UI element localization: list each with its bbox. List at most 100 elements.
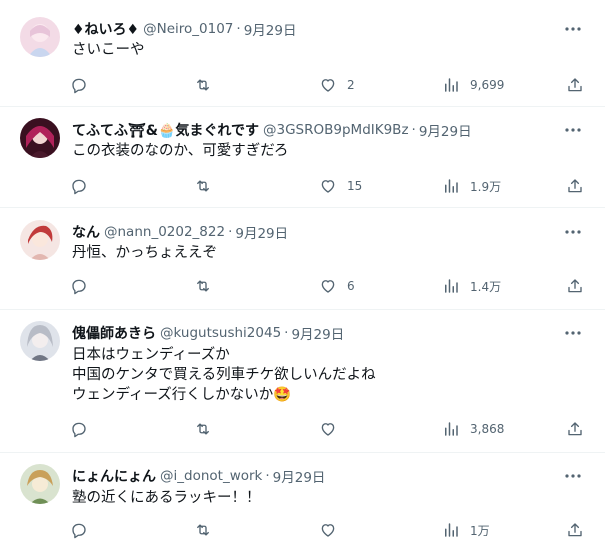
- tweet[interactable]: にょんにょん @i_donot_work · 9月29日 塾の近くにあるラッキー…: [0, 453, 605, 557]
- views-chart-icon: [445, 279, 458, 293]
- tweet-text: 丹恒、かっちょええぞ: [72, 243, 575, 263]
- tweet-feed: ♦ねいろ♦ @Neiro_0107 · 9月29日 さいこーや 2 9,699 …: [0, 0, 605, 557]
- tweet[interactable]: ♦ねいろ♦ @Neiro_0107 · 9月29日 さいこーや 2 9,699: [0, 0, 605, 107]
- share-icon: [568, 78, 582, 92]
- views-button[interactable]: 9,699: [442, 74, 504, 96]
- tweet[interactable]: てふてふ⛩&🧁気まぐれです @3GSROB9pMdIK9Bz · 9月29日 こ…: [0, 107, 605, 208]
- reply-icon: [72, 523, 86, 539]
- more-dots-icon: [565, 230, 581, 234]
- share-button[interactable]: [566, 74, 584, 96]
- retweet-icon: [197, 280, 209, 292]
- share-icon: [568, 179, 582, 193]
- user-handle[interactable]: @kugutsushi2045: [160, 325, 281, 341]
- more-options-button[interactable]: [561, 323, 585, 343]
- reply-button[interactable]: [70, 275, 98, 297]
- tweet-actions: 1万: [70, 519, 587, 541]
- more-options-button[interactable]: [561, 222, 585, 242]
- more-options-button[interactable]: [561, 19, 585, 39]
- reply-icon: [72, 78, 86, 94]
- avatar[interactable]: [20, 17, 60, 57]
- like-button[interactable]: [319, 418, 347, 440]
- share-button[interactable]: [566, 418, 584, 440]
- tweet-date[interactable]: 9月29日: [273, 466, 326, 486]
- more-options-button[interactable]: [561, 466, 585, 486]
- tweet-date[interactable]: 9月29日: [244, 19, 297, 39]
- reply-icon: [72, 422, 86, 438]
- separator-dot: ·: [228, 224, 233, 240]
- retweet-button[interactable]: [194, 74, 222, 96]
- heart-icon: [321, 423, 335, 436]
- tweet-date[interactable]: 9月29日: [419, 120, 472, 140]
- reply-button[interactable]: [70, 519, 98, 541]
- view-count: 3,868: [470, 422, 505, 436]
- tweet-text-line: 丹恒、かっちょええぞ: [72, 245, 217, 261]
- share-icon: [568, 523, 582, 537]
- avatar[interactable]: [20, 464, 60, 504]
- like-button[interactable]: 2: [319, 74, 355, 96]
- retweet-button[interactable]: [194, 519, 222, 541]
- views-button[interactable]: 1.4万: [442, 275, 501, 297]
- user-handle[interactable]: @nann_0202_822: [104, 224, 225, 240]
- retweet-button[interactable]: [194, 175, 222, 197]
- view-count: 1万: [470, 523, 490, 538]
- tweet-text: さいこーや: [72, 40, 575, 60]
- tweet-text-line: 日本はウェンディーズか: [72, 347, 230, 363]
- heart-icon: [321, 180, 335, 193]
- more-dots-icon: [565, 331, 581, 335]
- more-dots-icon: [565, 474, 581, 478]
- views-button[interactable]: 1.9万: [442, 175, 501, 197]
- retweet-icon: [197, 79, 209, 91]
- retweet-icon: [197, 524, 209, 536]
- views-chart-icon: [445, 179, 458, 193]
- views-chart-icon: [445, 78, 458, 92]
- tweet[interactable]: なん @nann_0202_822 · 9月29日 丹恒、かっちょええぞ 6 1…: [0, 208, 605, 310]
- tweet-actions: 6 1.4万: [70, 275, 587, 297]
- view-count: 1.9万: [470, 179, 502, 194]
- more-options-button[interactable]: [561, 120, 585, 140]
- tweet-actions: 2 9,699: [70, 74, 587, 96]
- display-name[interactable]: ♦ねいろ♦: [72, 19, 139, 39]
- user-handle[interactable]: @i_donot_work: [160, 468, 262, 484]
- retweet-button[interactable]: [194, 275, 222, 297]
- display-name[interactable]: てふてふ⛩&🧁気まぐれです: [72, 120, 259, 140]
- tweet-date[interactable]: 9月29日: [291, 323, 344, 343]
- avatar[interactable]: [20, 118, 60, 158]
- share-button[interactable]: [566, 519, 584, 541]
- like-button[interactable]: 6: [319, 275, 355, 297]
- display-name[interactable]: 傀儡師あきら: [72, 323, 156, 343]
- avatar[interactable]: [20, 220, 60, 260]
- user-handle[interactable]: @3GSROB9pMdIK9Bz: [263, 122, 409, 138]
- more-dots-icon: [565, 27, 581, 31]
- share-icon: [568, 422, 582, 436]
- share-button[interactable]: [566, 275, 584, 297]
- view-count: 9,699: [470, 78, 505, 92]
- avatar[interactable]: [20, 321, 60, 361]
- separator-dot: ·: [411, 122, 416, 138]
- reply-icon: [72, 279, 86, 295]
- reply-icon: [72, 179, 86, 195]
- user-handle[interactable]: @Neiro_0107: [143, 21, 233, 37]
- views-chart-icon: [445, 422, 458, 436]
- tweet-text-line: この衣装のなのか、可愛すぎだろ: [72, 143, 289, 159]
- like-button[interactable]: [319, 519, 347, 541]
- views-button[interactable]: 3,868: [442, 418, 504, 440]
- tweet-date[interactable]: 9月29日: [235, 222, 288, 242]
- view-count: 1.4万: [470, 279, 502, 294]
- reply-button[interactable]: [70, 74, 98, 96]
- tweet-text-line: ウェンディーズ行くしかないか🤩: [72, 387, 292, 403]
- views-button[interactable]: 1万: [442, 519, 490, 541]
- like-count: 2: [347, 78, 355, 92]
- tweet-actions: 3,868: [70, 418, 587, 440]
- tweet[interactable]: 傀儡師あきら @kugutsushi2045 · 9月29日 日本はウェンディー…: [0, 310, 605, 453]
- heart-icon: [321, 280, 335, 293]
- like-count: 6: [347, 279, 355, 293]
- tweet-text-line: さいこーや: [72, 42, 145, 58]
- share-icon: [568, 279, 582, 293]
- display-name[interactable]: なん: [72, 222, 100, 242]
- display-name[interactable]: にょんにょん: [72, 466, 156, 486]
- reply-button[interactable]: [70, 175, 98, 197]
- reply-button[interactable]: [70, 418, 98, 440]
- like-button[interactable]: 15: [319, 175, 362, 197]
- retweet-button[interactable]: [194, 418, 222, 440]
- share-button[interactable]: [566, 175, 584, 197]
